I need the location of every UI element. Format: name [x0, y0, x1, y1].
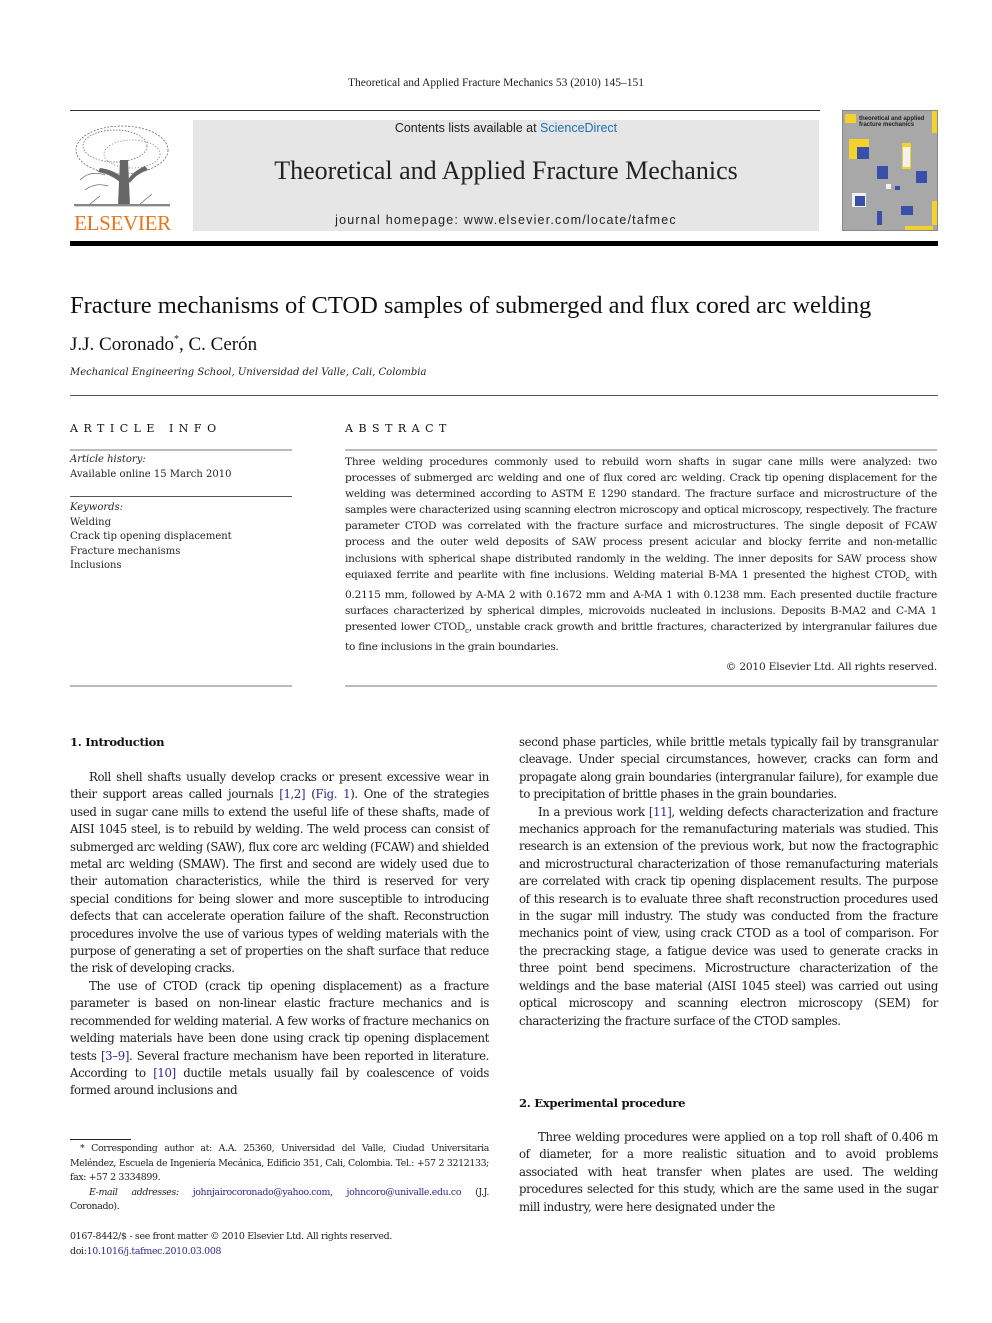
text: ). One of the strategies used in sugar c…: [70, 787, 489, 976]
divider: [70, 496, 292, 497]
sciencedirect-link[interactable]: ScienceDirect: [540, 121, 617, 135]
top-rule: [70, 110, 820, 111]
cover-decoration: [886, 184, 891, 189]
journal-cover-image[interactable]: theoretical and applied fracture mechani…: [842, 110, 938, 231]
cover-decoration: [932, 111, 937, 133]
text: (: [305, 787, 316, 802]
contents-prefix: Contents lists available at: [394, 121, 541, 135]
journal-title: Theoretical and Applied Fracture Mechani…: [274, 156, 738, 185]
cover-decoration: [877, 166, 888, 179]
running-head: Theoretical and Applied Fracture Mechani…: [347, 77, 645, 89]
abstract-text: Three welding procedures commonly used t…: [345, 454, 937, 655]
keyword[interactable]: Inclusions: [70, 559, 232, 574]
doi-line: doi:10.1016/j.tafmec.2010.03.008: [70, 1245, 392, 1260]
text: ,: [329, 1186, 347, 1198]
text: , welding defects characterization and f…: [519, 804, 938, 1028]
cover-decoration: [855, 196, 865, 206]
paragraph: Three welding procedures were applied on…: [519, 1130, 938, 1214]
article-history: Article history: Available online 15 Mar…: [70, 453, 231, 482]
text: In a previous work: [538, 804, 649, 819]
article-history-value: Available online 15 March 2010: [70, 468, 232, 480]
footnote-rule: [70, 1139, 131, 1140]
affiliation: Mechanical Engineering School, Universid…: [70, 367, 427, 378]
copyright-notice: © 2010 Elsevier Ltd. All rights reserved…: [725, 661, 937, 673]
cover-decoration: [932, 201, 937, 225]
article-history-label: Article history:: [70, 454, 146, 465]
body-column-right: Three welding procedures were applied on…: [519, 1129, 938, 1216]
cover-decoration: [857, 147, 869, 159]
email-link[interactable]: johnjairocoronado@yahoo.com: [193, 1187, 331, 1198]
paragraph: Roll shell shafts usually develop cracks…: [70, 769, 489, 978]
corresponding-author-note: * Corresponding author at: A.A. 25360, U…: [70, 1142, 489, 1186]
footnote: * Corresponding author at: A.A. 25360, U…: [70, 1142, 489, 1215]
journal-masthead: Contents lists available at ScienceDirec…: [193, 120, 819, 231]
header-thick-rule: [70, 241, 938, 246]
figure-link[interactable]: Fig. 1: [315, 787, 350, 801]
cover-decoration: [916, 171, 927, 183]
email-link[interactable]: johncoro@univalle.edu.co: [347, 1187, 462, 1198]
article-title: Fracture mechanisms of CTOD samples of s…: [70, 292, 872, 319]
cover-decoration: [895, 186, 900, 190]
author-list: J.J. Coronado*, C. Cerón: [70, 334, 257, 356]
divider: [70, 685, 292, 687]
body-column-left: Roll shell shafts usually develop cracks…: [70, 769, 489, 1100]
cover-decoration: [905, 226, 933, 230]
citation-link[interactable]: [3–9]: [101, 1049, 129, 1063]
author-name[interactable]: J.J. Coronado: [70, 334, 174, 355]
body-column-right: second phase particles, while brittle me…: [519, 734, 938, 1030]
cover-decoration: [901, 206, 913, 215]
email-label: E-mail addresses:: [89, 1186, 179, 1198]
abstract-heading: ABSTRACT: [345, 422, 452, 435]
keyword[interactable]: Crack tip opening displacement: [70, 530, 232, 545]
article-info-heading: ARTICLE INFO: [70, 422, 222, 435]
contents-line: Contents lists available at ScienceDirec…: [193, 121, 819, 135]
divider: [345, 685, 937, 687]
divider: [345, 449, 937, 451]
cover-decoration: [903, 147, 910, 167]
paragraph: In a previous work [11], welding defects…: [519, 804, 938, 1030]
front-matter: 0167-8442/$ - see front matter © 2010 El…: [70, 1230, 392, 1259]
paragraph: second phase particles, while brittle me…: [519, 735, 938, 802]
email-note: E-mail addresses: johnjairocoronado@yaho…: [70, 1186, 489, 1215]
cover-title: theoretical and applied fracture mechani…: [859, 116, 924, 128]
keyword[interactable]: Welding: [70, 516, 232, 531]
paragraph: The use of CTOD (crack tip opening displ…: [70, 978, 489, 1100]
issn-line: 0167-8442/$ - see front matter © 2010 El…: [70, 1231, 393, 1242]
text: Corresponding author at: A.A. 25360, Uni…: [70, 1143, 489, 1183]
section-heading: 2. Experimental procedure: [519, 1096, 686, 1110]
divider: [70, 449, 292, 451]
keywords-label: Keywords:: [70, 502, 124, 513]
citation-link[interactable]: [1,2]: [279, 787, 305, 801]
author-name[interactable]: C. Cerón: [188, 334, 257, 355]
divider: [70, 395, 938, 396]
doi-prefix: doi:: [70, 1245, 87, 1257]
section-heading: 1. Introduction: [70, 735, 165, 749]
abstract-part: Three welding procedures commonly used t…: [345, 456, 937, 581]
cover-publisher-mark: [845, 114, 856, 123]
doi-link[interactable]: 10.1016/j.tafmec.2010.03.008: [87, 1246, 222, 1257]
keywords: Keywords: Welding Crack tip opening disp…: [70, 501, 232, 574]
keyword[interactable]: Fracture mechanisms: [70, 545, 232, 560]
citation-link[interactable]: [11]: [649, 805, 672, 819]
citation-link[interactable]: [10]: [153, 1066, 176, 1080]
cover-decoration: [877, 211, 882, 225]
cover-title-line2: fracture mechanics: [859, 122, 915, 128]
journal-homepage-link[interactable]: journal homepage: www.elsevier.com/locat…: [193, 213, 819, 227]
elsevier-wordmark[interactable]: ELSEVIER: [70, 211, 175, 236]
